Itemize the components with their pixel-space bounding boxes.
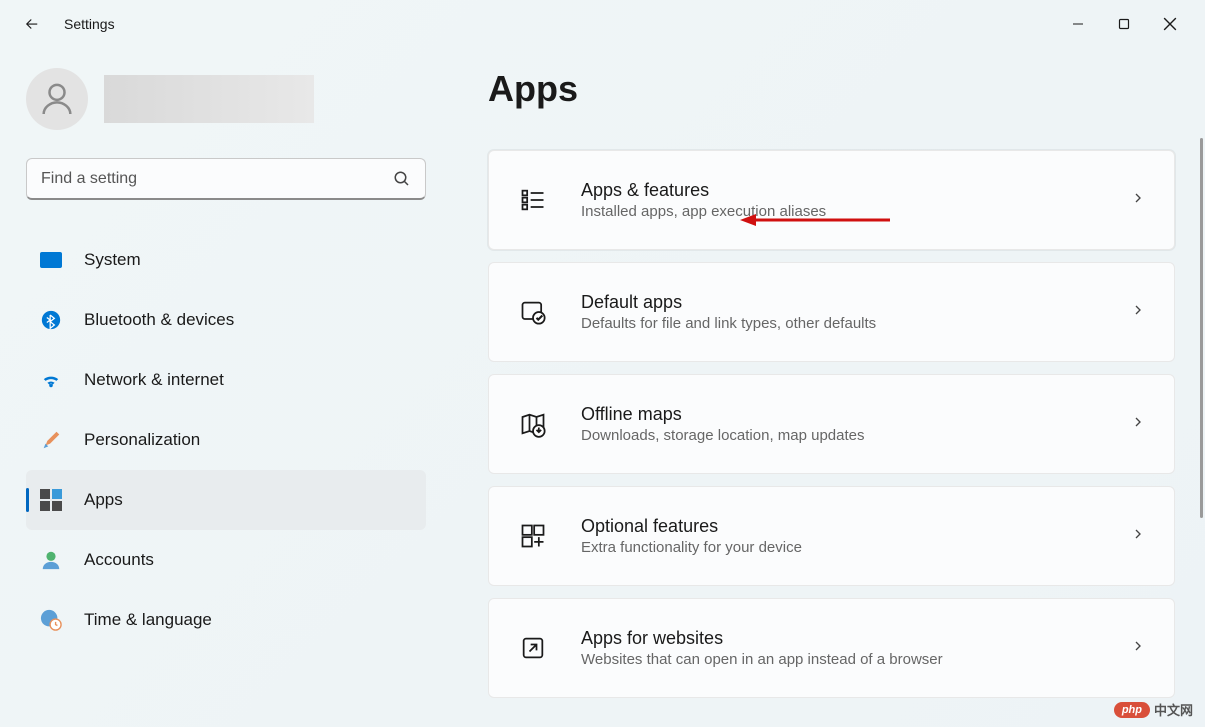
chevron-right-icon <box>1130 526 1146 547</box>
apps-icon <box>38 487 64 513</box>
search-icon <box>393 170 411 188</box>
minimize-button[interactable] <box>1055 8 1101 40</box>
card-title: Optional features <box>581 516 1130 537</box>
close-icon <box>1163 17 1177 31</box>
sidebar-item-personalization[interactable]: Personalization <box>26 410 426 470</box>
card-title: Apps & features <box>581 180 1130 201</box>
main-scrollbar[interactable] <box>1200 138 1203 518</box>
window-controls <box>1055 8 1193 40</box>
avatar <box>26 68 88 130</box>
watermark: php 中文网 <box>1114 700 1193 719</box>
sidebar-item-system[interactable]: System <box>26 230 426 290</box>
default-check-icon <box>517 296 549 328</box>
sidebar: System Bluetooth & devices Network & int… <box>0 48 440 727</box>
sidebar-item-label: Network & internet <box>84 370 224 390</box>
chevron-right-icon <box>1130 414 1146 435</box>
person-icon <box>37 79 77 119</box>
sidebar-item-label: Apps <box>84 490 123 510</box>
close-button[interactable] <box>1147 8 1193 40</box>
wifi-icon <box>38 367 64 393</box>
card-desc: Defaults for file and link types, other … <box>581 315 1130 332</box>
person-icon <box>38 547 64 573</box>
sidebar-item-accounts[interactable]: Accounts <box>26 530 426 590</box>
card-title: Default apps <box>581 292 1130 313</box>
profile-name-redacted <box>104 75 314 123</box>
search-input[interactable] <box>41 170 393 188</box>
watermark-text: 中文网 <box>1154 700 1193 719</box>
sidebar-item-bluetooth[interactable]: Bluetooth & devices <box>26 290 426 350</box>
minimize-icon <box>1072 18 1084 30</box>
page-title: Apps <box>488 68 1175 110</box>
app-title: Settings <box>64 16 115 32</box>
card-default-apps[interactable]: Default apps Defaults for file and link … <box>488 262 1175 362</box>
card-desc: Installed apps, app execution aliases <box>581 203 1130 220</box>
chevron-right-icon <box>1130 302 1146 323</box>
card-apps-features[interactable]: Apps & features Installed apps, app exec… <box>488 150 1175 250</box>
main-content: Apps Apps & features Installed apps, app… <box>440 48 1205 727</box>
maximize-button[interactable] <box>1101 8 1147 40</box>
card-desc: Downloads, storage location, map updates <box>581 427 1130 444</box>
card-offline-maps[interactable]: Offline maps Downloads, storage location… <box>488 374 1175 474</box>
sidebar-item-label: Bluetooth & devices <box>84 310 234 330</box>
paintbrush-icon <box>38 427 64 453</box>
back-button[interactable] <box>12 4 52 44</box>
sidebar-item-label: Personalization <box>84 430 200 450</box>
globe-clock-icon <box>38 607 64 633</box>
watermark-badge: php <box>1114 702 1150 718</box>
titlebar: Settings <box>0 0 1205 48</box>
card-title: Offline maps <box>581 404 1130 425</box>
card-apps-websites[interactable]: Apps for websites Websites that can open… <box>488 598 1175 698</box>
chevron-right-icon <box>1130 638 1146 659</box>
sidebar-item-apps[interactable]: Apps <box>26 470 426 530</box>
maximize-icon <box>1118 18 1130 30</box>
sidebar-item-label: Accounts <box>84 550 154 570</box>
nav-list: System Bluetooth & devices Network & int… <box>26 230 426 650</box>
map-download-icon <box>517 408 549 440</box>
profile-section[interactable] <box>26 68 440 130</box>
card-optional-features[interactable]: Optional features Extra functionality fo… <box>488 486 1175 586</box>
card-desc: Extra functionality for your device <box>581 539 1130 556</box>
card-desc: Websites that can open in an app instead… <box>581 651 1130 668</box>
monitor-icon <box>38 247 64 273</box>
add-square-icon <box>517 520 549 552</box>
sidebar-item-time[interactable]: Time & language <box>26 590 426 650</box>
link-square-icon <box>517 632 549 664</box>
settings-cards: Apps & features Installed apps, app exec… <box>488 150 1175 698</box>
list-icon <box>517 184 549 216</box>
sidebar-item-label: Time & language <box>84 610 212 630</box>
bluetooth-icon <box>38 307 64 333</box>
search-box[interactable] <box>26 158 426 200</box>
chevron-right-icon <box>1130 190 1146 211</box>
sidebar-item-label: System <box>84 250 141 270</box>
arrow-left-icon <box>23 15 41 33</box>
card-title: Apps for websites <box>581 628 1130 649</box>
sidebar-item-network[interactable]: Network & internet <box>26 350 426 410</box>
